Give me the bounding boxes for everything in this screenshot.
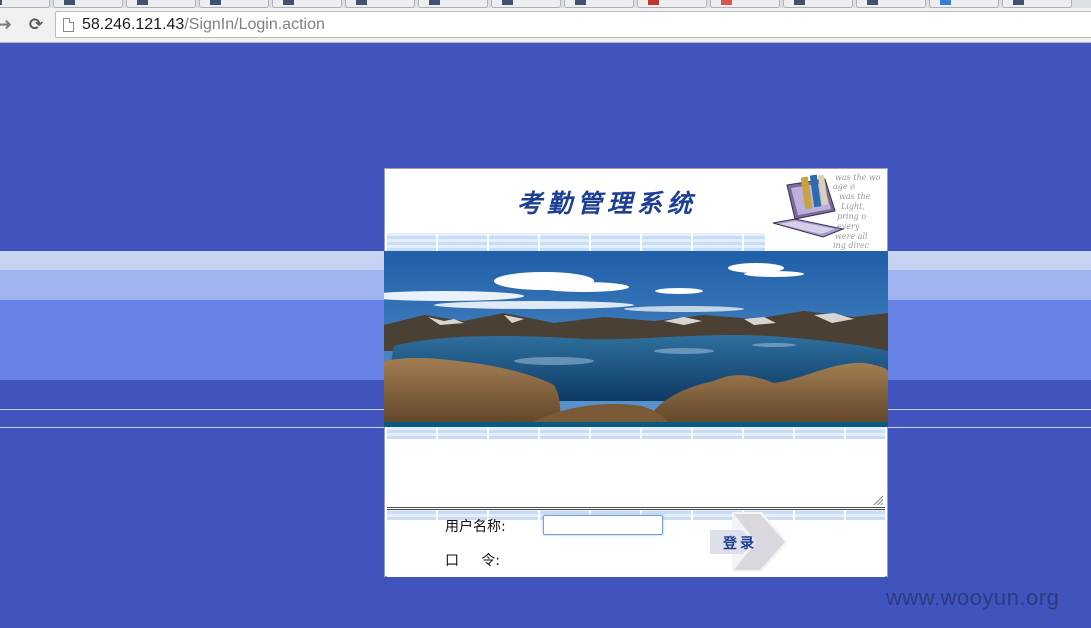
browser-tab[interactable]	[126, 0, 196, 8]
svg-text:was the: was the	[839, 192, 871, 201]
url-host: 58.246.121.43	[82, 16, 185, 33]
svg-text:pring o: pring o	[837, 212, 866, 221]
browser-tab[interactable]	[272, 0, 342, 8]
browser-tab[interactable]	[564, 0, 634, 8]
forward-arrow-icon[interactable]: ➜	[0, 14, 16, 36]
textarea-grid-strip	[387, 427, 885, 439]
browser-tab[interactable]	[345, 0, 415, 8]
browser-toolbar: ➜ ⟳ 58.246.121.43/SignIn/Login.action	[0, 8, 1091, 43]
svg-text:was the wo: was the wo	[835, 173, 881, 182]
browser-tab[interactable]	[53, 0, 123, 8]
url-path: /SignIn/Login.action	[184, 16, 325, 33]
browser-tab[interactable]	[1002, 0, 1072, 8]
svg-text:ing direc: ing direc	[833, 241, 870, 250]
browser-tab[interactable]	[199, 0, 269, 8]
address-bar[interactable]: 58.246.121.43/SignIn/Login.action	[55, 11, 1091, 38]
url-text[interactable]: 58.246.121.43/SignIn/Login.action	[82, 15, 325, 35]
login-button-label: 登录	[723, 536, 757, 552]
lake-landscape-banner	[384, 251, 888, 427]
login-form: 用户名称: 口 令: 登录	[387, 509, 885, 577]
browser-tab[interactable]	[710, 0, 780, 8]
login-button[interactable]: 登录	[710, 512, 788, 572]
login-panel: 考勤管理系统 was the wo age o was the Light, p…	[384, 168, 888, 577]
message-textarea[interactable]	[387, 427, 885, 508]
browser-tab[interactable]	[637, 0, 707, 8]
svg-text:age o: age o	[833, 182, 855, 191]
resize-grip-icon[interactable]	[872, 494, 883, 505]
reload-icon[interactable]: ⟳	[25, 14, 47, 36]
browser-tab[interactable]	[856, 0, 926, 8]
svg-text:were all: were all	[835, 232, 868, 241]
svg-text:Light,: Light,	[840, 202, 865, 211]
laptop-books-icon: was the wo age o was the Light, pring o …	[765, 171, 885, 251]
watermark-text: www.wooyun.org	[886, 585, 1060, 610]
browser-tab[interactable]	[929, 0, 999, 8]
username-input[interactable]	[543, 515, 663, 535]
page-icon	[63, 18, 74, 32]
browser-tab[interactable]	[783, 0, 853, 8]
browser-tab[interactable]	[0, 0, 50, 8]
username-label: 用户名称:	[445, 519, 506, 535]
browser-tab[interactable]	[491, 0, 561, 8]
browser-tab[interactable]	[418, 0, 488, 8]
app-title: 考勤管理系统	[516, 189, 697, 218]
panel-header: 考勤管理系统 was the wo age o was the Light, p…	[387, 171, 885, 251]
password-label: 口 令:	[445, 553, 500, 569]
